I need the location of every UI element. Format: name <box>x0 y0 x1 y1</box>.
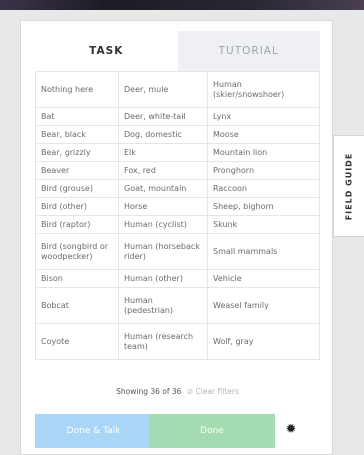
choice-item[interactable]: Human (skier/snowshoer) <box>207 71 320 108</box>
choice-row: Beaver Fox, red Pronghorn <box>35 161 320 180</box>
choice-item[interactable]: Horse <box>118 197 208 216</box>
choice-item[interactable]: Human (pedestrian) <box>118 287 208 324</box>
choice-item[interactable]: Human (other) <box>118 269 208 288</box>
choice-item[interactable]: Nothing here <box>35 71 119 108</box>
choice-item[interactable]: Bear, grizzly <box>35 143 119 162</box>
choice-item[interactable]: Moose <box>207 125 320 144</box>
choice-item[interactable]: Deer, white-tail <box>118 107 208 126</box>
choice-item[interactable]: Raccoon <box>207 179 320 198</box>
choice-row: Bird (other) Horse Sheep, bighorn <box>35 197 320 216</box>
choice-item[interactable]: Fox, red <box>118 161 208 180</box>
choice-row: Bird (grouse) Goat, mountain Raccoon <box>35 179 320 198</box>
choice-item[interactable]: Sheep, bighorn <box>207 197 320 216</box>
choice-row: Bird (raptor) Human (cyclist) Skunk <box>35 215 320 234</box>
choice-grid: Nothing here Deer, mule Human (skier/snows… <box>35 71 320 360</box>
done-button[interactable]: Done <box>149 414 275 448</box>
choice-item[interactable]: Weasel family <box>207 287 320 324</box>
choice-item[interactable]: Bear, black <box>35 125 119 144</box>
choice-item[interactable]: Bison <box>35 269 119 288</box>
done-and-talk-button[interactable]: Done & Talk <box>35 414 152 448</box>
choice-item[interactable]: Small mammals <box>207 233 320 270</box>
choice-item[interactable]: Goat, mountain <box>118 179 208 198</box>
showing-count: Showing 36 of 36 <box>116 387 182 396</box>
choice-item[interactable]: Human (horseback rider) <box>118 233 208 270</box>
choice-item[interactable]: Human (cyclist) <box>118 215 208 234</box>
gear-icon[interactable]: ✹ <box>284 423 298 437</box>
classifier-panel: TASK TUTORIAL Nothing here Deer, mule Huma… <box>20 20 333 455</box>
choice-item[interactable]: Mountain lion <box>207 143 320 162</box>
top-bar <box>0 0 364 10</box>
field-guide-label: FIELD GUIDE <box>344 152 354 220</box>
filter-status: Showing 36 of 36 ⊘ Clear filters <box>35 387 320 396</box>
choice-item[interactable]: Beaver <box>35 161 119 180</box>
choice-row: Bear, grizzly Elk Mountain lion <box>35 143 320 162</box>
choice-row: Bear, black Dog, domestic Moose <box>35 125 320 144</box>
tab-tutorial[interactable]: TUTORIAL <box>177 31 320 71</box>
choice-item[interactable]: Bird (songbird or woodpecker) <box>35 233 119 270</box>
choice-row: Bobcat Human (pedestrian) Weasel family <box>35 287 320 324</box>
choice-item[interactable]: Deer, mule <box>118 71 208 108</box>
choice-row: Bat Deer, white-tail Lynx <box>35 107 320 126</box>
tab-task[interactable]: TASK <box>35 31 178 71</box>
field-guide-tab[interactable]: FIELD GUIDE <box>333 135 364 237</box>
clear-filters-label: Clear filters <box>195 387 239 396</box>
choice-item[interactable]: Skunk <box>207 215 320 234</box>
choice-item[interactable]: Bird (grouse) <box>35 179 119 198</box>
choice-item[interactable]: Bobcat <box>35 287 119 324</box>
clear-filters-link[interactable]: ⊘ Clear filters <box>187 387 239 396</box>
choice-item[interactable]: Bird (other) <box>35 197 119 216</box>
choice-item[interactable]: Bird (raptor) <box>35 215 119 234</box>
choice-item[interactable]: Bat <box>35 107 119 126</box>
choice-row: Nothing here Deer, mule Human (skier/snows… <box>35 71 320 108</box>
choice-item[interactable]: Vehicle <box>207 269 320 288</box>
choice-row: Bison Human (other) Vehicle <box>35 269 320 288</box>
tab-bar: TASK TUTORIAL <box>35 31 320 71</box>
choice-item[interactable]: Lynx <box>207 107 320 126</box>
choice-item[interactable]: Pronghorn <box>207 161 320 180</box>
choice-row: Bird (songbird or woodpecker) Human (hors… <box>35 233 320 270</box>
choice-item[interactable]: Dog, domestic <box>118 125 208 144</box>
choice-row: Coyote Human (research team) Wolf, gray <box>35 323 320 360</box>
choice-item[interactable]: Wolf, gray <box>207 323 320 360</box>
choice-item[interactable]: Elk <box>118 143 208 162</box>
choice-item[interactable]: Human (research team) <box>118 323 208 360</box>
choice-item[interactable]: Coyote <box>35 323 119 360</box>
